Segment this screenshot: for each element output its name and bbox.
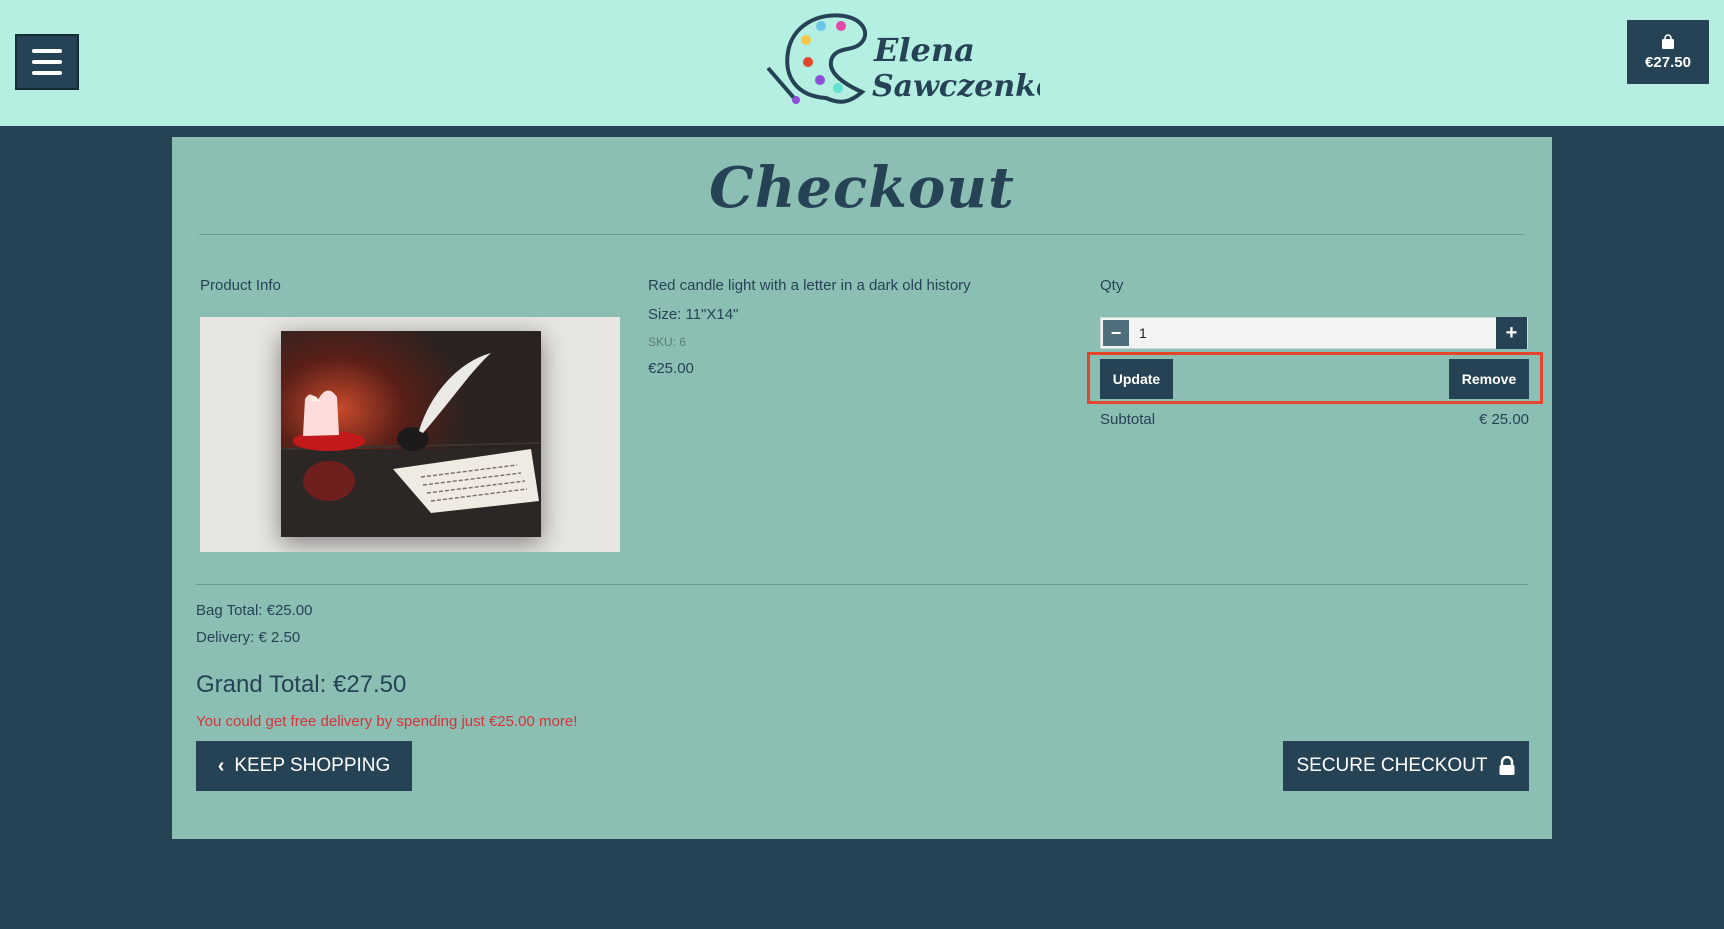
logo-text-line1: Elena bbox=[873, 31, 975, 69]
cart-button[interactable]: €27.50 bbox=[1627, 20, 1709, 84]
subtotal-label: Subtotal bbox=[1100, 411, 1156, 428]
hamburger-line bbox=[32, 60, 62, 64]
site-logo[interactable]: Elena Sawczenko bbox=[766, 6, 1040, 118]
product-info-header: Product Info bbox=[200, 277, 281, 294]
hamburger-line bbox=[32, 71, 62, 75]
bag-total: Bag Total: €25.00 bbox=[196, 602, 313, 619]
keep-shopping-button[interactable]: ‹ KEEP SHOPPING bbox=[196, 741, 412, 791]
checkout-card: Checkout Product Info Red candle light w… bbox=[172, 137, 1552, 839]
divider bbox=[199, 234, 1524, 235]
hamburger-line bbox=[32, 49, 62, 53]
update-button[interactable]: Update bbox=[1100, 359, 1173, 399]
subtotal-value: € 25.00 bbox=[1478, 411, 1529, 428]
qty-header: Qty bbox=[1100, 277, 1124, 294]
product-image[interactable] bbox=[200, 317, 620, 552]
secure-checkout-button[interactable]: SECURE CHECKOUT bbox=[1283, 741, 1529, 791]
divider bbox=[196, 584, 1528, 585]
remove-button[interactable]: Remove bbox=[1449, 359, 1529, 399]
shopping-bag-icon bbox=[1662, 33, 1674, 49]
delivery-cost: Delivery: € 2.50 bbox=[196, 629, 301, 646]
keep-shopping-label: KEEP SHOPPING bbox=[234, 755, 391, 776]
grand-total: Grand Total: €27.50 bbox=[196, 671, 407, 698]
cart-total: €27.50 bbox=[1645, 53, 1691, 71]
increment-button[interactable]: + bbox=[1496, 317, 1527, 349]
hamburger-menu-button[interactable] bbox=[15, 34, 79, 90]
product-sku: SKU: 6 bbox=[648, 335, 687, 349]
chevron-left-icon: ‹ bbox=[217, 754, 225, 777]
free-delivery-note: You could get free delivery by spending … bbox=[196, 713, 578, 730]
lock-icon bbox=[1499, 756, 1515, 775]
secure-checkout-label: SECURE CHECKOUT bbox=[1296, 755, 1488, 776]
product-price: €25.00 bbox=[648, 360, 694, 377]
painting-image bbox=[281, 331, 541, 537]
quantity-input[interactable] bbox=[1139, 322, 1439, 344]
page-title: Checkout bbox=[709, 155, 1015, 221]
logo-text-line2: Sawczenko bbox=[872, 69, 1040, 104]
site-header: Elena Sawczenko €27.50 bbox=[0, 0, 1724, 126]
decrement-button[interactable]: − bbox=[1103, 320, 1129, 346]
product-size: Size: 11"X14" bbox=[648, 306, 739, 323]
product-name[interactable]: Red candle light with a letter in a dark… bbox=[648, 277, 971, 294]
quantity-stepper: − + bbox=[1100, 317, 1528, 349]
